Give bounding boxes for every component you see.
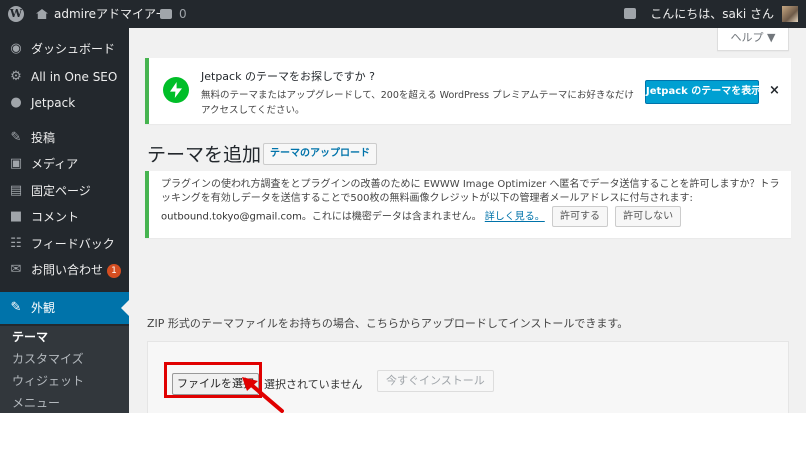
- site-name-label: admireアドマイアー: [54, 7, 168, 21]
- jetpack-notice: Jetpack のテーマをお探しですか ? 無料のテーマまたはアップグレードして…: [145, 58, 791, 124]
- howdy-text: こんにちは、saki さん: [650, 7, 774, 21]
- ewww-notice-text: プラグインの使われ方調査をとプラグインの改善のために EWWW Image Op…: [161, 178, 783, 227]
- jetpack-notice-title: Jetpack のテーマをお探しですか ?: [201, 70, 375, 83]
- ewww-notice: プラグインの使われ方調査をとプラグインの改善のために EWWW Image Op…: [145, 171, 791, 238]
- dismiss-close-icon[interactable]: ×: [769, 80, 780, 102]
- current-menu-arrow: [121, 300, 129, 316]
- learn-more-link[interactable]: 詳しく見る。: [485, 212, 545, 223]
- menu-label-wrap: お問い合わせ 1: [31, 257, 122, 283]
- deny-button[interactable]: 許可しない: [615, 206, 682, 227]
- dashboard-icon: ◉: [10, 41, 22, 56]
- notification-icon: [624, 8, 637, 19]
- menu-media[interactable]: ▣ メディア: [0, 151, 129, 177]
- menu-label: 投稿: [31, 131, 56, 145]
- menu-label: 外観: [31, 301, 56, 315]
- submenu-menus[interactable]: メニュー: [12, 392, 60, 413]
- menu-label: メディア: [31, 157, 79, 171]
- admin-email: outbound.tokyo@gmail.com: [161, 211, 302, 223]
- site-name-link[interactable]: admireアドマイアー: [36, 0, 167, 28]
- annotation-arrow-icon: [242, 377, 284, 413]
- menu-label: All in One SEO: [31, 70, 118, 84]
- menu-all-in-one-seo[interactable]: ⚙ All in One SEO: [0, 64, 129, 90]
- wordpress-icon: W: [8, 6, 24, 22]
- help-label: ヘルプ ▼: [730, 31, 776, 44]
- upload-help-text: ZIP 形式のテーマファイルをお持ちの場合、こちらからアップロードしてインストー…: [147, 317, 629, 330]
- page-icon: ▤: [9, 183, 23, 198]
- jetpack-icon: ●: [10, 95, 22, 110]
- menu-label: フィードバック: [31, 237, 115, 251]
- pin-icon: ✎: [10, 130, 22, 145]
- menu-appearance[interactable]: ✎ 外観: [0, 292, 129, 324]
- menu-posts[interactable]: ✎ 投稿: [0, 125, 129, 151]
- jetpack-themes-button[interactable]: Jetpack のテーマを表示: [645, 80, 761, 104]
- help-tab-button[interactable]: ヘルプ ▼: [717, 28, 789, 51]
- appearance-submenu: テーマ カスタマイズ ウィジェット メニュー: [0, 326, 129, 413]
- menu-pages[interactable]: ▤ 固定ページ: [0, 178, 129, 204]
- jetpack-logo-icon: [163, 77, 189, 103]
- wp-admin-frame: W admireアドマイアー 0 こんにちは、saki さん ◉ ダッシュボード…: [0, 0, 806, 413]
- ewww-notice-body: プラグインの使われ方調査をとプラグインの改善のために EWWW Image Op…: [161, 179, 780, 204]
- feedback-icon: ☷: [10, 236, 22, 251]
- submenu-customize[interactable]: カスタマイズ: [12, 348, 84, 370]
- account-menu[interactable]: こんにちは、saki さん: [624, 0, 798, 28]
- menu-jetpack[interactable]: ● Jetpack: [0, 90, 129, 116]
- menu-contact[interactable]: ✉ お問い合わせ 1: [0, 257, 129, 283]
- home-icon: [36, 9, 48, 19]
- ewww-notice-body-end: 。これには機密データは含まれません。: [301, 211, 482, 223]
- submenu-themes[interactable]: テーマ: [12, 326, 48, 348]
- menu-label: 固定ページ: [31, 184, 91, 198]
- comment-bubble-icon: [160, 9, 172, 19]
- comments-count: 0: [179, 7, 187, 21]
- page-title: テーマを追加: [147, 144, 262, 166]
- menu-label: コメント: [31, 210, 80, 224]
- admin-bar: W admireアドマイアー 0 こんにちは、saki さん: [0, 0, 806, 28]
- menu-label: ダッシュボード: [31, 42, 116, 56]
- admin-sidebar: ◉ ダッシュボード ⚙ All in One SEO ● Jetpack ✎ 投…: [0, 28, 129, 413]
- menu-dashboard[interactable]: ◉ ダッシュボード: [0, 36, 129, 62]
- menu-label: Jetpack: [31, 96, 76, 110]
- menu-label: お問い合わせ: [31, 263, 104, 277]
- comment-icon: ■: [9, 209, 23, 224]
- install-now-button[interactable]: 今すぐインストール: [377, 370, 494, 392]
- notification-badge: 1: [107, 264, 122, 278]
- menu-feedback[interactable]: ☷ フィードバック: [0, 231, 129, 257]
- wordpress-logo-menu[interactable]: W: [6, 0, 26, 28]
- submenu-widgets[interactable]: ウィジェット: [12, 370, 84, 392]
- media-icon: ▣: [9, 156, 23, 171]
- menu-comments[interactable]: ■ コメント: [0, 204, 129, 230]
- mail-icon: ✉: [10, 262, 22, 277]
- brush-icon: ✎: [10, 300, 22, 315]
- jetpack-notice-description: 無料のテーマまたはアップグレードして、200を超える WordPress プレミ…: [201, 90, 634, 116]
- gear-icon: ⚙: [10, 69, 22, 84]
- avatar: [782, 6, 798, 22]
- allow-button[interactable]: 許可する: [551, 206, 608, 227]
- comments-link[interactable]: 0: [160, 0, 187, 28]
- upload-theme-button[interactable]: テーマのアップロード: [263, 143, 377, 165]
